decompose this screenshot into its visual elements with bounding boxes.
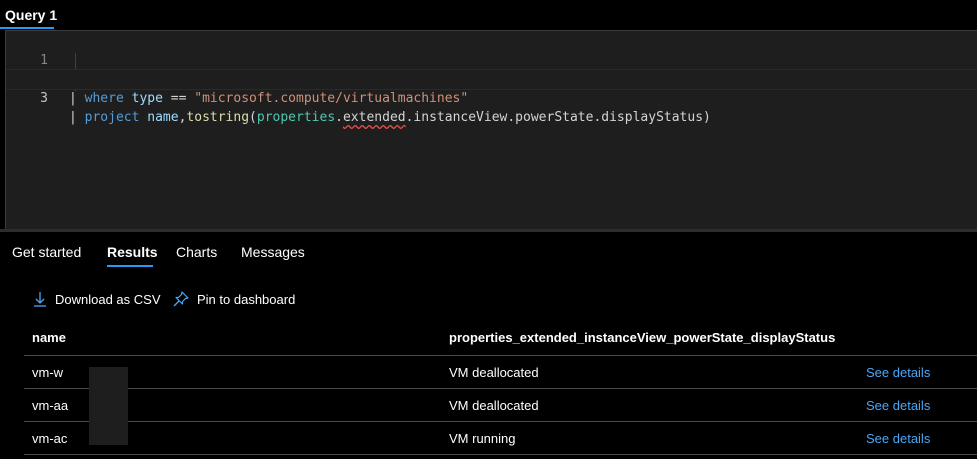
power-state-cell: VM deallocated — [449, 397, 539, 413]
code-token-keyword: where — [84, 91, 124, 106]
column-header-name[interactable]: name — [32, 320, 66, 355]
download-csv-label: Download as CSV — [55, 291, 161, 307]
tab-results[interactable]: Results — [107, 244, 158, 260]
table-header-row: name properties_extended_instanceView_po… — [24, 320, 977, 356]
tab-results-indicator — [107, 265, 153, 267]
pin-to-dashboard-button[interactable]: Pin to dashboard — [173, 289, 295, 309]
code-text: | where type == "microsoft.compute/virtu… — [69, 89, 468, 108]
table-row: vm-w VM deallocated See details — [24, 356, 977, 389]
code-token-property: properties — [256, 110, 336, 125]
code-line-1: 1 resources — [6, 32, 977, 87]
see-details-link[interactable]: See details — [866, 422, 930, 454]
table-row: vm-ac VM running See details — [24, 422, 977, 455]
code-token-field: name — [147, 110, 179, 125]
see-details-link[interactable]: See details — [866, 356, 930, 388]
code-token-dot: . — [335, 110, 343, 125]
code-line-2: 2 | where type == "microsoft.compute/vir… — [6, 51, 977, 106]
query-tab-label: Query 1 — [5, 7, 58, 23]
see-details-link[interactable]: See details — [866, 389, 930, 421]
vm-name-cell: vm-w — [32, 364, 64, 380]
results-tabs: Get started Results Charts Messages — [0, 232, 977, 272]
vm-name-cell: vm-ac — [32, 430, 68, 446]
code-token-error: extended — [342, 110, 406, 125]
vm-name-cell: vm-aa — [32, 397, 69, 413]
code-token-paren-close: ) — [703, 110, 711, 125]
power-state-cell: VM running — [449, 430, 516, 446]
tab-charts[interactable]: Charts — [176, 244, 217, 260]
line-number: 3 — [40, 91, 48, 106]
tab-messages[interactable]: Messages — [241, 244, 305, 260]
table-row: vm-aa VM deallocated See details — [24, 389, 977, 422]
tab-get-started[interactable]: Get started — [12, 244, 81, 260]
code-token-function: tostring — [186, 110, 250, 125]
code-line-3: 3 | project name,tostring(properties.ext… — [6, 69, 977, 125]
download-icon — [34, 292, 46, 307]
resource-graph-explorer: Query 1 1 resources 2 | where type == "m… — [0, 0, 977, 459]
column-header-status[interactable]: properties_extended_instanceView_powerSt… — [449, 320, 835, 355]
code-token-operator: == — [162, 91, 195, 106]
code-token-pipe: | — [69, 110, 85, 125]
code-token-path: .instanceView.powerState.displayStatus — [405, 110, 704, 125]
code-token-string: "microsoft.compute/virtualmachines" — [194, 91, 469, 106]
results-table: name properties_extended_instanceView_po… — [24, 320, 977, 455]
download-csv-button[interactable]: Download as CSV — [33, 289, 161, 309]
code-token-pipe: | — [69, 91, 85, 106]
pin-to-dashboard-label: Pin to dashboard — [197, 291, 296, 307]
redaction-block — [89, 367, 128, 445]
query-tab-indicator — [0, 27, 54, 29]
code-text: | project name,tostring(properties.exten… — [69, 108, 711, 127]
power-state-cell: VM deallocated — [449, 364, 539, 380]
pin-icon — [173, 291, 189, 307]
query-tab[interactable]: Query 1 — [0, 0, 62, 30]
query-editor[interactable]: 1 resources 2 | where type == "microsoft… — [5, 30, 977, 229]
code-token-field: type — [131, 91, 163, 106]
code-token-paren-open: ( — [249, 110, 257, 125]
code-token-keyword: project — [84, 110, 140, 125]
